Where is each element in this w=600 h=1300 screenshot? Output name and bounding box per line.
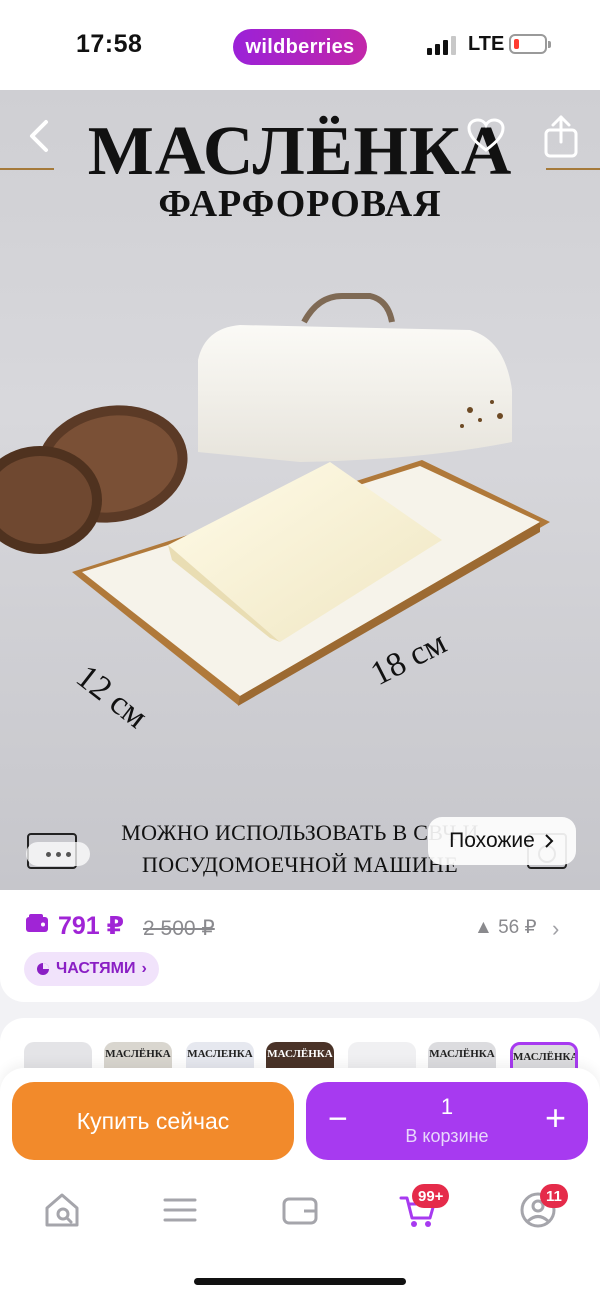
app-pill: wildberries	[233, 29, 367, 65]
catalog-icon[interactable]	[160, 1190, 200, 1230]
price-card: 791 ₽ 2 500 ₽ ▲ 56 ₽ › ЧАСТЯМИ ›	[0, 890, 600, 1002]
heart-icon[interactable]	[466, 116, 506, 156]
pie-icon	[37, 963, 49, 975]
hero-subtitle: ФАРФОРОВАЯ	[158, 183, 442, 225]
network-label: LTE	[468, 33, 505, 55]
hero-title: МАСЛЁНКА	[87, 113, 513, 190]
similar-button-label: Похожие	[449, 829, 535, 852]
status-bar: 17:58 wildberries LTE	[0, 0, 600, 90]
buy-now-button[interactable]: Купить сейчас	[12, 1082, 294, 1160]
cart-badge: 99+	[412, 1184, 450, 1208]
old-price: 2 500 ₽	[143, 917, 215, 940]
chevron-left-icon[interactable]	[20, 116, 60, 156]
battery-icon	[509, 34, 551, 54]
share-icon[interactable]	[541, 114, 581, 158]
installments-label: ЧАСТЯМИ	[56, 960, 136, 977]
chevron-right-icon	[545, 834, 554, 848]
chevron-right-icon[interactable]: ›	[552, 916, 559, 942]
increase-quantity-button[interactable]: +	[545, 1100, 566, 1136]
wallet-icon[interactable]	[280, 1190, 320, 1230]
gallery-pager[interactable]	[26, 842, 90, 866]
home-search-icon[interactable]	[42, 1190, 82, 1230]
status-time: 17:58	[76, 30, 143, 58]
chevron-right-icon: ›	[141, 960, 147, 977]
bottom-action-bar: Купить сейчас − 1 В корзине + 99+ 11	[0, 1068, 600, 1300]
wallet-icon	[26, 914, 48, 932]
current-price: 791 ₽	[58, 912, 125, 940]
signal-icon	[427, 36, 456, 55]
product-image-gallery[interactable]: МАСЛЁНКА ФАРФОРОВАЯ 12 см 18 см МОЖНО ИС…	[0, 90, 600, 890]
profile-badge: 11	[540, 1184, 568, 1208]
cart-stepper: − 1 В корзине +	[306, 1082, 588, 1160]
installments-button[interactable]: ЧАСТЯМИ ›	[24, 952, 159, 986]
similar-button[interactable]: Похожие	[428, 817, 576, 865]
price-drop[interactable]: ▲ 56 ₽	[474, 916, 537, 939]
home-indicator	[194, 1278, 406, 1285]
